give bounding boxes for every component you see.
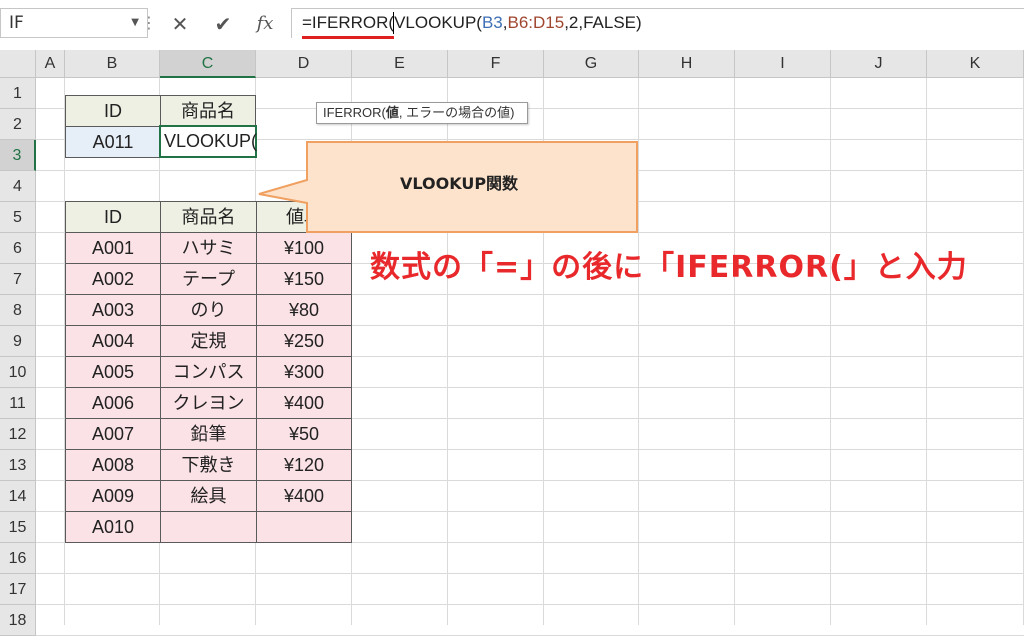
table-cell[interactable]: A002 [65, 263, 161, 295]
row-header-12[interactable]: 12 [0, 419, 36, 450]
table-cell[interactable]: ¥400 [256, 387, 352, 419]
table-header[interactable]: ID [65, 201, 161, 233]
table-cell[interactable]: A007 [65, 418, 161, 450]
tooltip-current-arg: 値 [385, 105, 399, 120]
table-cell[interactable]: ハサミ [160, 232, 257, 264]
table-cell[interactable]: A004 [65, 325, 161, 357]
table-cell[interactable]: ¥80 [256, 294, 352, 326]
formula-args: ,2,FALSE) [564, 13, 642, 32]
row-header-2[interactable]: 2 [0, 109, 36, 140]
formula-ref-range: B6:D15 [507, 13, 565, 32]
fx-icon: fx [256, 13, 274, 34]
table-cell[interactable]: A005 [65, 356, 161, 388]
row-header-1[interactable]: 1 [0, 78, 36, 109]
formula-highlight-underline [302, 36, 394, 39]
table-cell[interactable]: A001 [65, 232, 161, 264]
table-cell[interactable] [256, 511, 352, 543]
row-header-11[interactable]: 11 [0, 388, 36, 419]
column-header-a[interactable]: A [36, 50, 65, 78]
row-header-13[interactable]: 13 [0, 450, 36, 481]
function-tooltip: IFERROR(値, エラーの場合の値) [316, 102, 528, 124]
table-cell[interactable]: 下敷き [160, 449, 257, 481]
table-cell[interactable]: 絵具 [160, 480, 257, 512]
row-header-9[interactable]: 9 [0, 326, 36, 357]
column-header-e[interactable]: E [352, 50, 448, 78]
row-header-8[interactable]: 8 [0, 295, 36, 326]
tooltip-rest: , エラーの場合の値) [398, 105, 515, 120]
lookup-header-name[interactable]: 商品名 [160, 95, 256, 127]
row-header-4[interactable]: 4 [0, 171, 36, 202]
row-header-7[interactable]: 7 [0, 264, 36, 295]
column-header-j[interactable]: J [831, 50, 927, 78]
table-cell[interactable]: のり [160, 294, 257, 326]
formula-iferror: =IFERROR( [302, 13, 395, 32]
table-cell[interactable]: ¥400 [256, 480, 352, 512]
row-header-14[interactable]: 14 [0, 481, 36, 512]
row-header-17[interactable]: 17 [0, 574, 36, 605]
close-icon: ✕ [171, 12, 189, 36]
table-header[interactable]: 商品名 [160, 201, 257, 233]
column-header-h[interactable]: H [639, 50, 735, 78]
formula-input[interactable]: =IFERROR(VLOOKUP(B3,B6:D15,2,FALSE) [291, 8, 1024, 38]
cancel-button[interactable]: ✕ [165, 10, 195, 38]
formula-vlookup: VLOOKUP( [394, 13, 482, 32]
column-header-i[interactable]: I [735, 50, 831, 78]
instruction-note: 数式の「=」の後に「IFERROR(」と入力 [370, 250, 968, 285]
table-cell[interactable]: ¥120 [256, 449, 352, 481]
insert-function-button[interactable]: fx [250, 10, 280, 38]
chevron-down-icon[interactable]: ▼ [131, 9, 139, 37]
column-header-c[interactable]: C [160, 50, 256, 78]
row-header-6[interactable]: 6 [0, 233, 36, 264]
row-header-16[interactable]: 16 [0, 543, 36, 574]
table-cell[interactable]: A003 [65, 294, 161, 326]
table-cell[interactable]: ¥50 [256, 418, 352, 450]
table-cell[interactable]: コンパス [160, 356, 257, 388]
name-box-value: IF [9, 13, 24, 33]
tooltip-func: IFERROR( [323, 105, 386, 120]
row-header-10[interactable]: 10 [0, 357, 36, 388]
row-header-3[interactable]: 3 [0, 140, 36, 171]
lookup-header-id[interactable]: ID [65, 95, 161, 127]
table-cell[interactable]: A008 [65, 449, 161, 481]
select-all-corner[interactable] [0, 50, 36, 78]
formula-bar: IF ▼ ⋮ ✕ ✔ fx =IFERROR(VLOOKUP(B3,B6:D15… [0, 0, 1024, 50]
table-cell[interactable]: ¥250 [256, 325, 352, 357]
formula-ref-b3: B3 [481, 13, 503, 32]
callout-text: VLOOKUP関数 [400, 174, 519, 193]
table-cell[interactable]: A009 [65, 480, 161, 512]
row-header-18[interactable]: 18 [0, 605, 36, 636]
table-cell[interactable]: ¥150 [256, 263, 352, 295]
gridline-horizontal [36, 573, 1024, 574]
spreadsheet-grid[interactable]: ABCDEFGHIJK 1 2 3 4 5 6 7 8 9 10 11 12 13 14 15 16 17 18 … [0, 50, 1024, 636]
row-header-15[interactable]: 15 [0, 512, 36, 543]
check-icon: ✔ [214, 12, 232, 36]
table-cell[interactable]: 鉛筆 [160, 418, 257, 450]
table-cell[interactable]: テープ [160, 263, 257, 295]
table-cell[interactable]: A010 [65, 511, 161, 543]
column-header-k[interactable]: K [927, 50, 1024, 78]
name-box[interactable]: IF ▼ [0, 8, 148, 38]
table-cell[interactable]: ¥300 [256, 356, 352, 388]
table-cell[interactable]: クレヨン [160, 387, 257, 419]
gridline-horizontal [36, 604, 1024, 605]
table-cell[interactable]: A006 [65, 387, 161, 419]
row-header-5[interactable]: 5 [0, 202, 36, 233]
table-cell[interactable] [160, 511, 257, 543]
enter-button[interactable]: ✔ [208, 10, 238, 38]
more-options-icon[interactable]: ⋮ [141, 12, 157, 34]
column-header-b[interactable]: B [65, 50, 160, 78]
text-cursor [393, 12, 394, 34]
lookup-id-cell[interactable]: A011 [65, 126, 161, 158]
table-cell[interactable]: 定規 [160, 325, 257, 357]
column-header-g[interactable]: G [544, 50, 639, 78]
active-cell-c3[interactable]: VLOOKUP( [159, 125, 257, 158]
column-header-f[interactable]: F [448, 50, 544, 78]
column-header-d[interactable]: D [256, 50, 352, 78]
